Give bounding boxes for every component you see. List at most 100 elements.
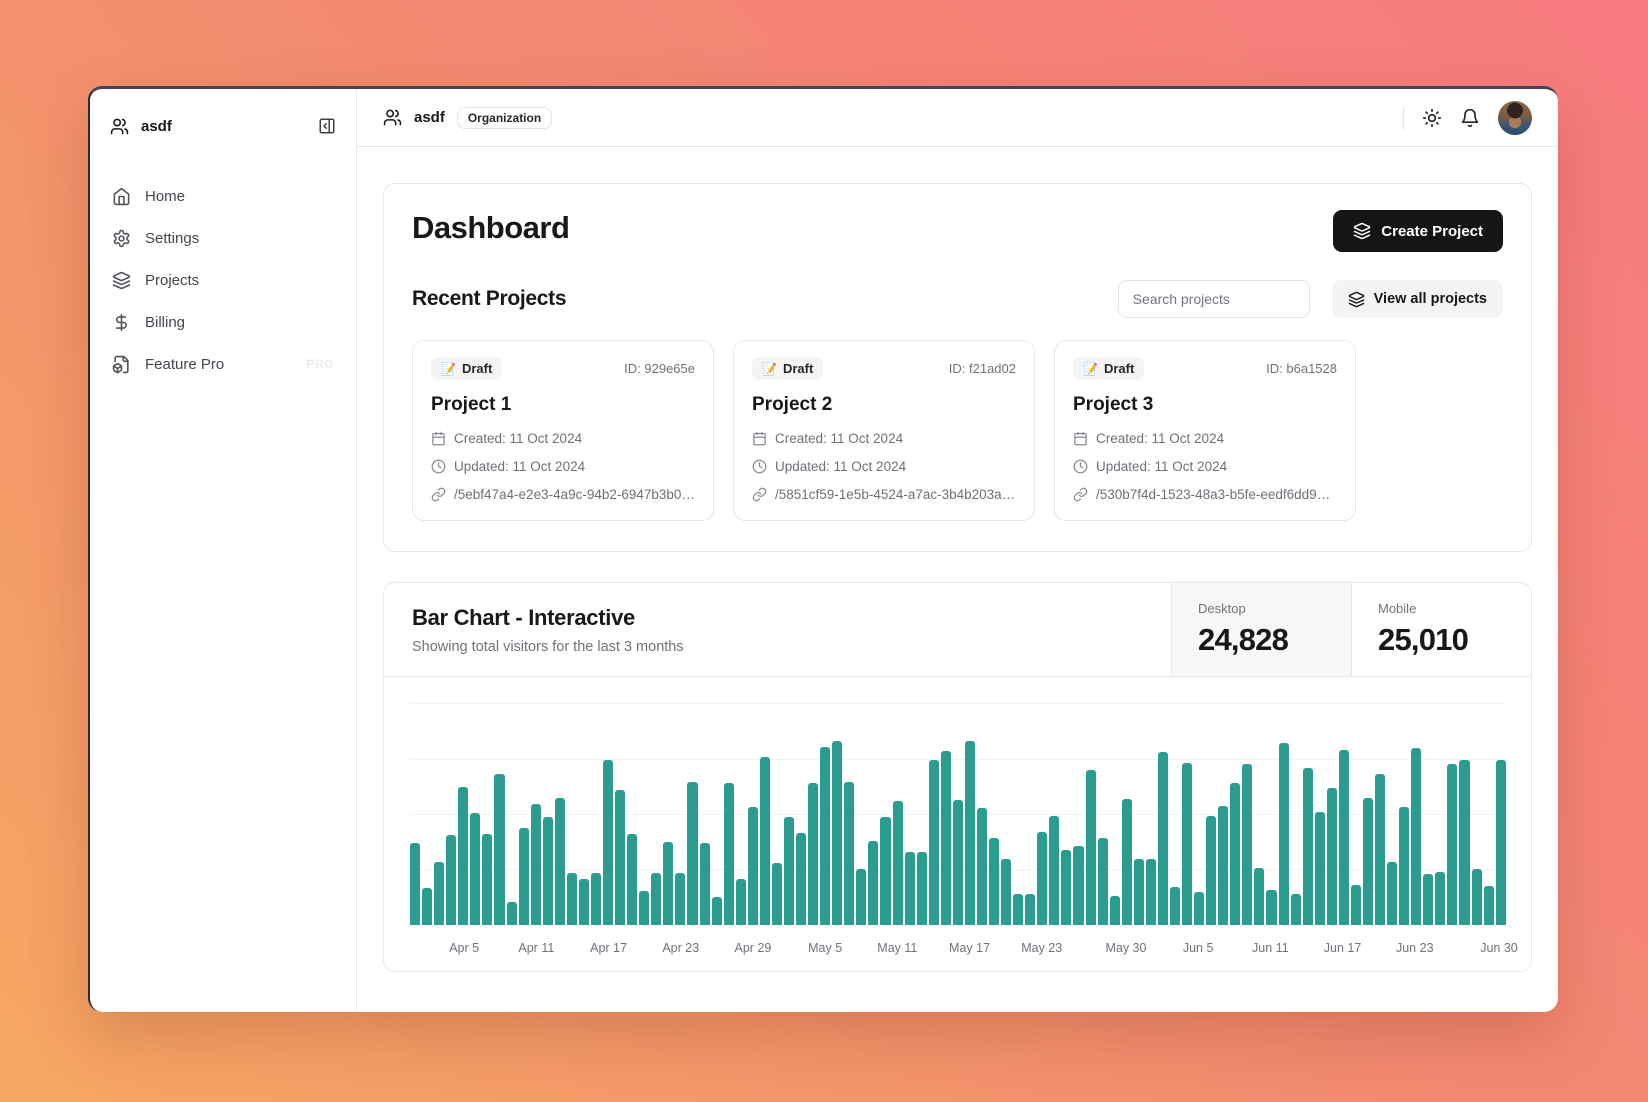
chart-bar[interactable] (494, 774, 504, 925)
chart-bar[interactable] (784, 817, 794, 925)
chart-bar[interactable] (1423, 874, 1433, 925)
chart-bar[interactable] (917, 852, 927, 925)
sidebar-item-feature-pro[interactable]: Feature Pro PRO (90, 343, 356, 385)
chart-bar[interactable] (579, 879, 589, 925)
chart-bar[interactable] (796, 833, 806, 925)
chart-bar[interactable] (1242, 764, 1252, 925)
chart-bar[interactable] (470, 813, 480, 925)
chart-bar[interactable] (1230, 783, 1240, 925)
chart-bar[interactable] (724, 783, 734, 925)
chart-bar[interactable] (1061, 850, 1071, 925)
chart-bar[interactable] (567, 873, 577, 925)
chart-bar[interactable] (1073, 846, 1083, 925)
chart-bar[interactable] (1037, 832, 1047, 925)
chart-bar[interactable] (591, 873, 601, 925)
chart-bar[interactable] (519, 828, 529, 925)
chart-bar[interactable] (1001, 859, 1011, 925)
create-project-button[interactable]: Create Project (1333, 210, 1503, 252)
chart-bar[interactable] (458, 787, 468, 925)
chart-bar[interactable] (507, 902, 517, 925)
chart-bar[interactable] (832, 741, 842, 925)
chart-bar[interactable] (482, 834, 492, 925)
chart-bar[interactable] (555, 798, 565, 925)
chart-bar[interactable] (893, 801, 903, 925)
chart-bar[interactable] (1351, 885, 1361, 925)
theme-toggle-sun-icon[interactable] (1422, 108, 1442, 128)
chart-bar[interactable] (965, 741, 975, 925)
stat-toggle-desktop[interactable]: Desktop 24,828 (1171, 583, 1351, 676)
sidebar-collapse-icon[interactable] (318, 117, 336, 135)
chart-bar[interactable] (1218, 806, 1228, 925)
chart-bar[interactable] (1013, 894, 1023, 925)
chart-bar[interactable] (603, 760, 613, 925)
chart-bar[interactable] (1303, 768, 1313, 925)
chart-bar[interactable] (1447, 764, 1457, 925)
chart-bar[interactable] (543, 817, 553, 925)
chart-bar[interactable] (1339, 750, 1349, 925)
project-card[interactable]: 📝Draft ID: 929e65e Project 1 Created: 11… (412, 340, 714, 521)
chart-bar[interactable] (736, 879, 746, 925)
chart-bar[interactable] (905, 852, 915, 925)
chart-bar[interactable] (1182, 763, 1192, 925)
chart-bar[interactable] (941, 751, 951, 925)
chart-bar[interactable] (712, 897, 722, 925)
chart-bar[interactable] (446, 835, 456, 925)
chart-bar[interactable] (422, 888, 432, 925)
sidebar-item-billing[interactable]: Billing (90, 301, 356, 343)
chart-bar[interactable] (1459, 760, 1469, 925)
chart-bar[interactable] (844, 782, 854, 925)
chart-bar[interactable] (808, 783, 818, 925)
chart-bar[interactable] (977, 808, 987, 925)
chart-bar[interactable] (760, 757, 770, 925)
chart-bar[interactable] (1315, 812, 1325, 925)
search-projects-input[interactable] (1118, 280, 1310, 318)
sidebar-item-projects[interactable]: Projects (90, 259, 356, 301)
chart-bar[interactable] (1472, 869, 1482, 925)
chart-bar[interactable] (1170, 887, 1180, 925)
notifications-bell-icon[interactable] (1460, 108, 1480, 128)
chart-bar[interactable] (531, 804, 541, 925)
project-card[interactable]: 📝Draft ID: f21ad02 Project 2 Created: 11… (733, 340, 1035, 521)
chart-bar[interactable] (1134, 859, 1144, 925)
user-avatar[interactable] (1498, 101, 1532, 135)
chart-bar[interactable] (1146, 859, 1156, 925)
chart-bar[interactable] (1387, 862, 1397, 925)
chart-bar[interactable] (1098, 838, 1108, 925)
chart-bar[interactable] (772, 863, 782, 925)
chart-bar[interactable] (1266, 890, 1276, 925)
chart-bar[interactable] (748, 807, 758, 925)
chart-bar[interactable] (627, 834, 637, 925)
chart-bar[interactable] (1291, 894, 1301, 925)
chart-bar[interactable] (1484, 886, 1494, 925)
chart-bar[interactable] (1363, 798, 1373, 925)
chart-bar[interactable] (1254, 868, 1264, 925)
chart-bar[interactable] (880, 817, 890, 925)
chart-bar[interactable] (989, 838, 999, 925)
stat-toggle-mobile[interactable]: Mobile 25,010 (1351, 583, 1531, 676)
chart-bar[interactable] (434, 862, 444, 925)
chart-bar[interactable] (1327, 788, 1337, 925)
chart-bar[interactable] (820, 747, 830, 925)
chart-bar[interactable] (953, 800, 963, 925)
chart-bar[interactable] (1025, 894, 1035, 925)
chart-bar[interactable] (1411, 748, 1421, 925)
chart-bar[interactable] (663, 842, 673, 925)
chart-bar[interactable] (1122, 799, 1132, 925)
chart-bar[interactable] (1496, 760, 1506, 925)
chart-bar[interactable] (687, 782, 697, 925)
chart-bar[interactable] (1399, 807, 1409, 925)
chart-bar[interactable] (651, 873, 661, 925)
chart-bar[interactable] (1049, 816, 1059, 925)
chart-bar[interactable] (1194, 892, 1204, 925)
chart-bar[interactable] (675, 873, 685, 925)
chart-bar[interactable] (639, 891, 649, 925)
chart-bar[interactable] (1279, 743, 1289, 925)
view-all-projects-button[interactable]: View all projects (1332, 280, 1503, 318)
chart-bar[interactable] (856, 869, 866, 925)
chart-bar[interactable] (1206, 816, 1216, 925)
sidebar-item-home[interactable]: Home (90, 175, 356, 217)
chart-bar[interactable] (1158, 752, 1168, 925)
chart-bar[interactable] (410, 843, 420, 925)
chart-bar[interactable] (1435, 872, 1445, 925)
project-card[interactable]: 📝Draft ID: b6a1528 Project 3 Created: 11… (1054, 340, 1356, 521)
